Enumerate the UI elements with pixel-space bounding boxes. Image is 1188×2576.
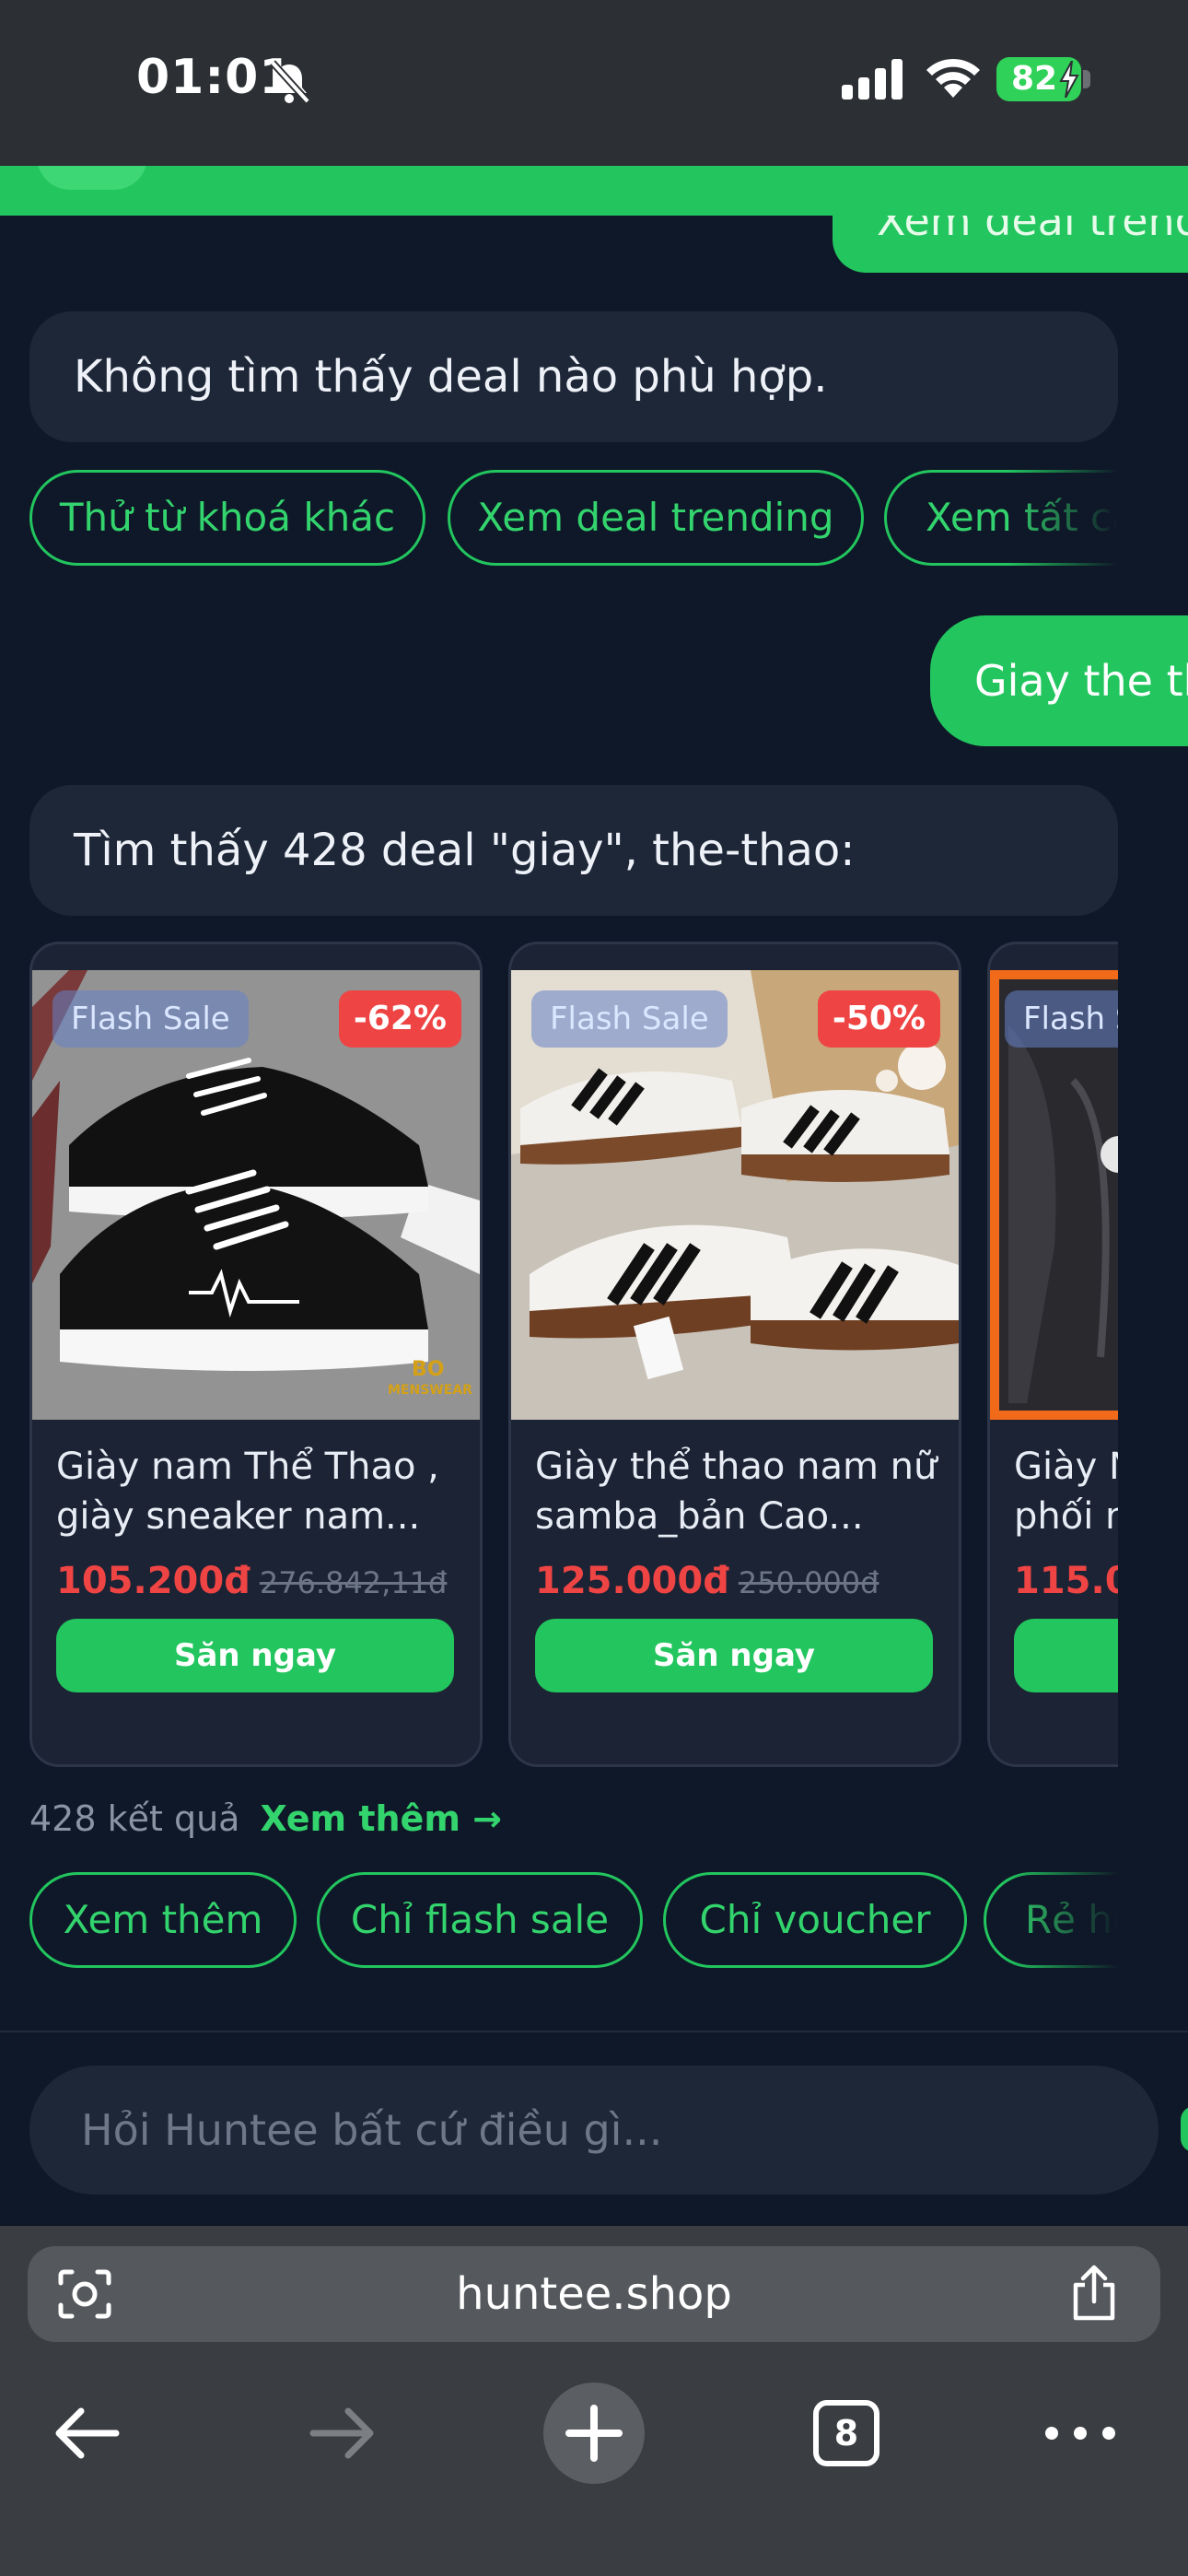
svg-text:MENSWEAR: MENSWEAR <box>388 1383 472 1398</box>
hunt-now-button[interactable] <box>1014 1619 1118 1692</box>
chip-voucher-only[interactable]: Chỉ voucher <box>663 1872 967 1968</box>
chip-trending-deals[interactable]: Xem deal trending <box>448 470 864 566</box>
discount-badge: -62% <box>338 990 461 1048</box>
price-row: 115.00 <box>1014 1560 1118 1602</box>
product-card[interactable]: BO MENSWEAR Flash Sale -62% Giày nam Thể… <box>29 942 483 1767</box>
tabs-button[interactable]: 8 <box>796 2383 897 2484</box>
address-bar[interactable]: huntee.shop <box>28 2246 1160 2342</box>
see-more-link[interactable]: Xem thêm → <box>260 1798 502 1839</box>
results-summary: 428 kết quả Xem thêm → <box>29 1798 502 1839</box>
bot-message: Không tìm thấy deal nào phù hợp. <box>29 311 1118 442</box>
plus-icon <box>565 2405 623 2462</box>
cellular-signal-icon <box>842 59 903 100</box>
bot-message-text: Tìm thấy 428 deal "giay", the-thao: <box>74 825 856 876</box>
svg-text:BO: BO <box>412 1358 444 1381</box>
product-card[interactable]: Flash Sale Giày N phối n 115.00 <box>987 942 1118 1767</box>
flash-sale-badge: Flash Sale <box>52 990 249 1048</box>
product-title[interactable]: Giày nam Thể Thao , giày sneaker nam... <box>56 1442 461 1541</box>
product-title[interactable]: Giày thể thao nam nữ samba_bản Cao... <box>535 1442 940 1541</box>
battery-level: 82 <box>1010 60 1058 98</box>
share-icon[interactable] <box>1068 2265 1120 2322</box>
user-message-text: Giay the thao <box>974 656 1188 706</box>
discount-badge: -50% <box>817 990 940 1048</box>
user-message: Giay the thao <box>930 615 1188 746</box>
chip-cheaper[interactable]: Rẻ hơn <box>984 1872 1118 1968</box>
chat-input-bar <box>0 2032 1188 2226</box>
user-message-text: Xem deal trending <box>877 216 1188 245</box>
battery-cap <box>1083 70 1090 88</box>
bot-message-text: Không tìm thấy deal nào phù hợp. <box>74 351 828 403</box>
bell-slash-icon <box>270 60 310 104</box>
chat-area[interactable]: Xem deal trending Không tìm thấy deal nà… <box>0 166 1188 2032</box>
chip-see-more[interactable]: Xem thêm <box>29 1872 297 1968</box>
original-price: 276.842,11đ <box>259 1565 448 1600</box>
status-bar: 01:01 82 <box>0 0 1188 166</box>
battery-charging-icon <box>1059 61 1079 98</box>
user-message: Xem deal trending <box>833 216 1188 273</box>
header-logo-fragment <box>37 166 147 190</box>
chat-input[interactable] <box>29 2066 1159 2195</box>
url-text[interactable]: huntee.shop <box>28 2246 1160 2342</box>
price-row: 125.000đ 250.000đ <box>535 1560 879 1602</box>
more-icon[interactable] <box>1030 2383 1131 2484</box>
forward-arrow-icon[interactable] <box>291 2383 392 2484</box>
suggestion-chips: Thử từ khoá khác Xem deal trending Xem t… <box>29 470 1118 566</box>
flash-sale-badge: Flash Sale <box>1005 990 1118 1048</box>
hunt-now-button[interactable]: Săn ngay <box>535 1619 933 1692</box>
original-price: 250.000đ <box>738 1565 879 1600</box>
bot-message: Tìm thấy 428 deal "giay", the-thao: <box>29 785 1118 916</box>
tabs-count: 8 <box>833 2413 859 2453</box>
sale-price: 115.00 <box>1014 1560 1118 1602</box>
sale-price: 105.200đ <box>56 1560 250 1602</box>
price-row: 105.200đ 276.842,11đ <box>56 1560 447 1602</box>
chip-flash-sale-only[interactable]: Chỉ flash sale <box>317 1872 643 1968</box>
product-title[interactable]: Giày N phối n <box>1014 1442 1118 1541</box>
product-card[interactable]: Flash Sale -50% Giày thể thao nam nữ sam… <box>508 942 961 1767</box>
back-arrow-icon[interactable] <box>37 2383 138 2484</box>
hunt-now-button[interactable]: Săn ngay <box>56 1619 454 1692</box>
chip-see-all[interactable]: Xem tất cả <box>884 470 1118 566</box>
product-carousel[interactable]: BO MENSWEAR Flash Sale -62% Giày nam Thể… <box>29 942 1118 1767</box>
new-tab-button[interactable] <box>543 2383 645 2484</box>
flash-sale-badge: Flash Sale <box>531 990 728 1048</box>
results-count: 428 kết quả <box>29 1798 240 1839</box>
send-button[interactable] <box>1181 2106 1188 2152</box>
browser-toolbar: huntee.shop 8 <box>0 2226 1188 2576</box>
header-strip <box>0 166 1188 216</box>
suggestion-chips: Xem thêm Chỉ flash sale Chỉ voucher Rẻ h… <box>29 1872 1118 1968</box>
sale-price: 125.000đ <box>535 1560 729 1602</box>
visual-search-icon[interactable] <box>57 2268 112 2320</box>
wifi-icon <box>926 58 980 98</box>
chip-try-other-keyword[interactable]: Thử từ khoá khác <box>29 470 425 566</box>
